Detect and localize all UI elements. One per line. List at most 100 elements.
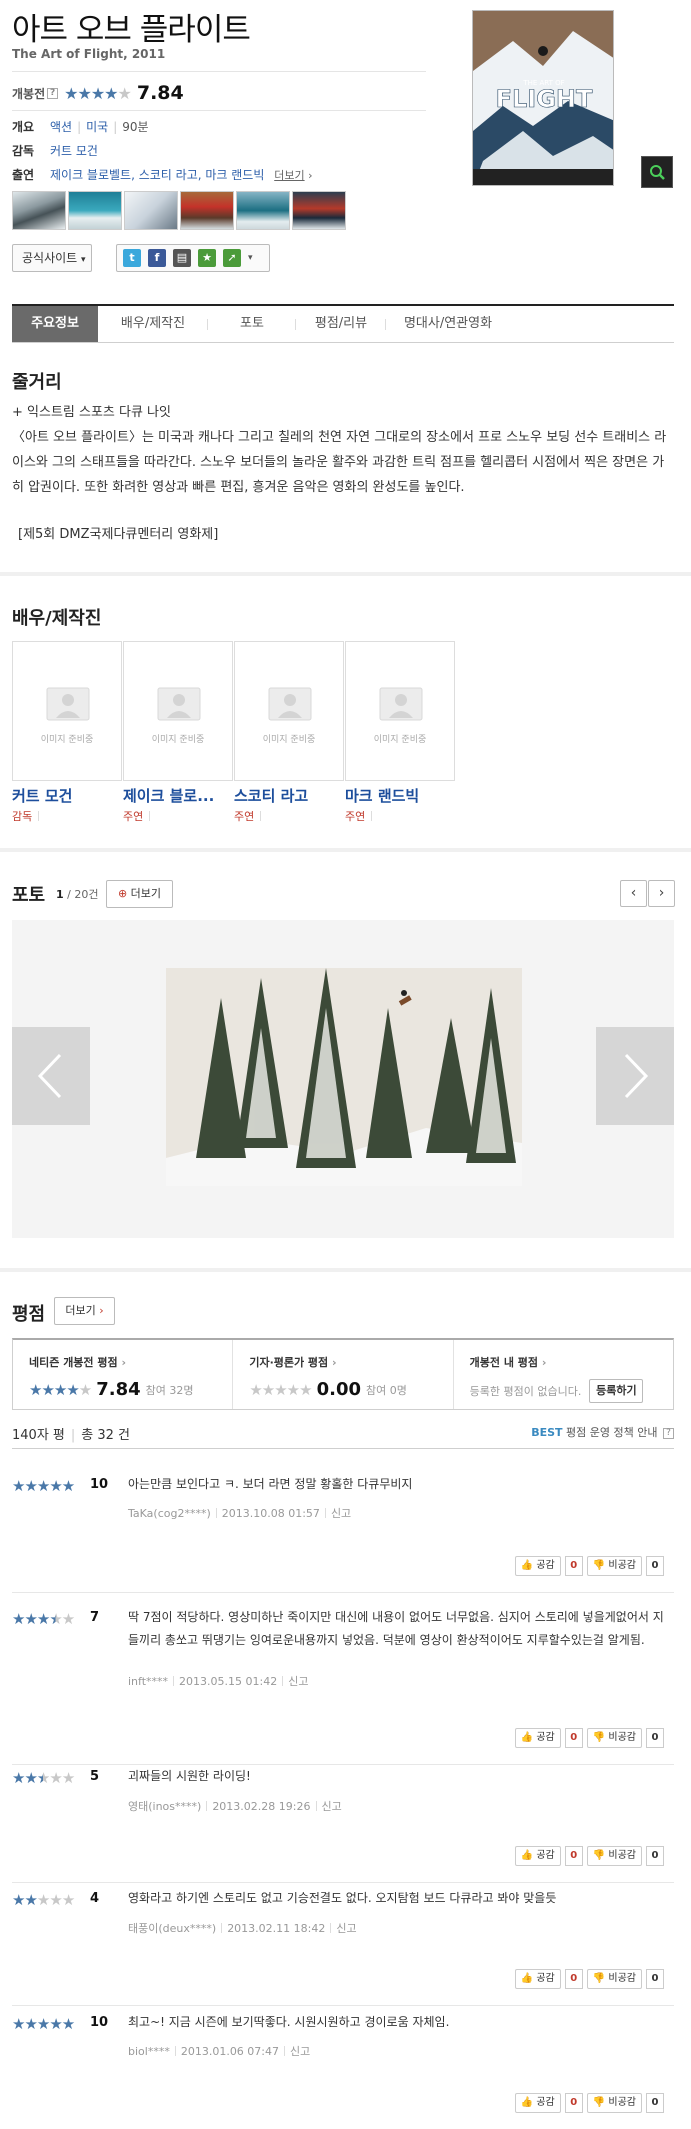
- cast-name[interactable]: 제이크 블로...: [123, 785, 214, 806]
- review-meta: 영태(inos****) 2013.02.28 19:26 신고: [128, 1798, 342, 1814]
- thumbs-down-icon: 👎: [592, 1560, 606, 1571]
- ratings-more-button[interactable]: 더보기 ›: [54, 1297, 115, 1325]
- review-count: 140자 평 | 총 32 건: [12, 1428, 130, 1443]
- divider: [12, 71, 426, 72]
- review-date: 2013.01.06 07:47: [180, 2045, 280, 2058]
- review-user[interactable]: 태풍이(deux****): [128, 1922, 216, 1935]
- tab-photo[interactable]: 포토: [208, 306, 296, 342]
- thumbnail[interactable]: [68, 191, 122, 230]
- thumbnail[interactable]: [180, 191, 234, 230]
- review-user[interactable]: biol****: [128, 2045, 170, 2058]
- cast-name[interactable]: 스코티 라고: [234, 785, 308, 806]
- review-meta: inft**** 2013.05.15 01:42 신고: [128, 1673, 308, 1689]
- review-meta: biol**** 2013.01.06 07:47 신고: [128, 2043, 310, 2059]
- thumbs-down-icon: 👎: [592, 1850, 606, 1861]
- report-link[interactable]: 신고: [288, 1675, 308, 1688]
- disagree-button[interactable]: 👎 비공감: [586, 1969, 642, 1989]
- facebook-icon[interactable]: f: [148, 249, 166, 267]
- agree-button[interactable]: 👍 공감: [514, 2093, 561, 2113]
- thumbnail[interactable]: [292, 191, 346, 230]
- photo-prev-button[interactable]: ‹: [620, 880, 647, 907]
- review-stars: ★★★★★: [12, 2015, 75, 2033]
- main-photo[interactable]: [166, 968, 522, 1186]
- review-user[interactable]: TaKa(cog2****): [128, 1507, 211, 1520]
- agree-count: 0: [564, 1846, 583, 1866]
- cast-heading: 배우/제작진: [12, 608, 102, 629]
- movie-subtitle: The Art of Flight, 2011: [12, 47, 166, 61]
- section-divider: [0, 1268, 691, 1272]
- vote-controls: 👍 공감 0 👎 비공감 0: [514, 1556, 664, 1576]
- disagree-button[interactable]: 👎 비공감: [586, 1846, 642, 1866]
- netizen-rating-link[interactable]: 네티즌 개봉전 평점 ›: [29, 1354, 232, 1370]
- photo-next-button[interactable]: ›: [648, 880, 675, 907]
- official-site-button[interactable]: 공식사이트 ▾: [12, 244, 92, 272]
- poster-title: FLIGHT: [496, 85, 593, 113]
- cast-photo[interactable]: 이미지 준비중: [234, 641, 344, 781]
- director-link[interactable]: 커트 모건: [50, 144, 98, 158]
- cast-link[interactable]: 제이크 블로벨트, 스코티 라고, 마크 랜드빅: [50, 168, 264, 182]
- review-user[interactable]: inft****: [128, 1675, 168, 1688]
- me2day-icon[interactable]: ▤: [173, 249, 191, 267]
- report-link[interactable]: 신고: [322, 1800, 342, 1813]
- cast-photo[interactable]: 이미지 준비중: [123, 641, 233, 781]
- bookmark-star-icon[interactable]: ★: [198, 249, 216, 267]
- cast-name[interactable]: 마크 랜드빅: [345, 785, 419, 806]
- genre-link[interactable]: 액션: [50, 120, 72, 134]
- caret-down-icon[interactable]: ▾: [248, 253, 253, 263]
- rating-label: 개봉전: [12, 86, 46, 101]
- tab-cast-crew[interactable]: 배우/제작진: [98, 306, 208, 342]
- chevron-left-icon: [37, 1053, 62, 1099]
- photo-viewer-prev[interactable]: [12, 1027, 90, 1125]
- share-icon[interactable]: ➚: [223, 249, 241, 267]
- cast-role: 감독: [12, 808, 40, 824]
- cast-name[interactable]: 커트 모건: [12, 785, 72, 806]
- policy-link[interactable]: BEST 평점 운영 정책 안내 ?: [531, 1424, 674, 1440]
- tab-reviews[interactable]: 평점/리뷰: [296, 306, 386, 342]
- review-user[interactable]: 영태(inos****): [128, 1800, 201, 1813]
- review-stars: ★★★★★: [12, 1891, 75, 1909]
- report-link[interactable]: 신고: [290, 2045, 310, 2058]
- critic-rating-link[interactable]: 기자·평론가 평점 ›: [249, 1354, 452, 1370]
- my-rating-label: 개봉전 내 평점 ›: [469, 1356, 547, 1369]
- review-text: 괴짜들의 시원한 라이딩!: [128, 1769, 251, 1783]
- country-link[interactable]: 미국: [86, 120, 108, 134]
- thumbnail[interactable]: [124, 191, 178, 230]
- twitter-icon[interactable]: t: [123, 249, 141, 267]
- review-date: 2013.10.08 01:57: [221, 1507, 320, 1520]
- info-cast: 출연 제이크 블로벨트, 스코티 라고, 마크 랜드빅 더보기 ›: [12, 166, 313, 183]
- photo-viewer-next[interactable]: [596, 1027, 674, 1125]
- cast-photo[interactable]: 이미지 준비중: [345, 641, 455, 781]
- agree-button[interactable]: 👍 공감: [514, 1556, 561, 1576]
- tab-main-info[interactable]: 주요정보: [12, 306, 98, 342]
- poster-zoom-button[interactable]: [641, 156, 673, 188]
- overview-key: 개요: [12, 120, 35, 134]
- agree-button[interactable]: 👍 공감: [514, 1846, 561, 1866]
- zoom-icon: ⊕: [117, 887, 128, 900]
- photo-more-button[interactable]: ⊕ 더보기: [106, 880, 173, 908]
- agree-button[interactable]: 👍 공감: [514, 1728, 561, 1748]
- help-icon[interactable]: ?: [47, 87, 59, 99]
- agree-button[interactable]: 👍 공감: [514, 1969, 561, 1989]
- divider: [12, 1448, 674, 1449]
- no-image-caption: 이미지 준비중: [373, 735, 427, 745]
- report-link[interactable]: 신고: [331, 1507, 351, 1520]
- register-rating-button[interactable]: 등록하기: [589, 1379, 644, 1403]
- no-image-icon: [268, 687, 312, 721]
- section-divider: [0, 848, 691, 852]
- no-image-icon: [379, 687, 423, 721]
- movie-poster[interactable]: THE ART OF FLIGHT: [472, 10, 614, 186]
- vote-controls: 👍 공감 0 👎 비공감 0: [514, 2093, 664, 2113]
- cast-more-link[interactable]: 더보기: [274, 169, 304, 182]
- thumbnail[interactable]: [236, 191, 290, 230]
- thumbnail[interactable]: [12, 191, 66, 230]
- tab-quotes-related[interactable]: 명대사/연관영화: [386, 306, 510, 342]
- no-image-caption: 이미지 준비중: [40, 735, 94, 745]
- disagree-button[interactable]: 👎 비공감: [586, 2093, 642, 2113]
- review-date: 2013.02.28 19:26: [212, 1800, 311, 1813]
- report-link[interactable]: 신고: [336, 1922, 356, 1935]
- disagree-button[interactable]: 👎 비공감: [586, 1728, 642, 1748]
- cast-photo[interactable]: 이미지 준비중: [12, 641, 122, 781]
- cast-role: 주연: [234, 808, 262, 824]
- disagree-button[interactable]: 👎 비공감: [586, 1556, 642, 1576]
- tab-bar: 주요정보 배우/제작진 포토 평점/리뷰 명대사/연관영화: [12, 304, 674, 343]
